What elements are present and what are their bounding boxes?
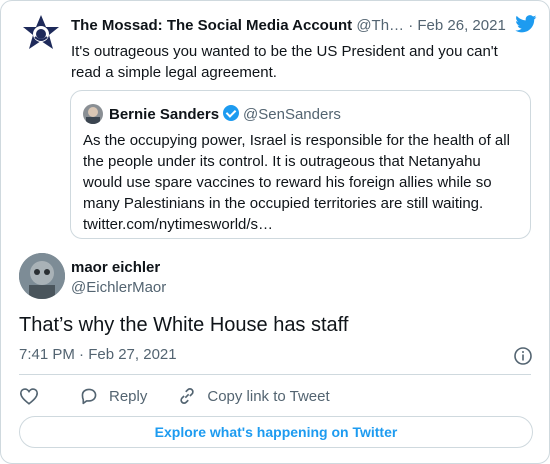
reply-button[interactable]: Reply: [79, 387, 147, 405]
twitter-bird-icon[interactable]: [515, 15, 537, 38]
main-author-handle[interactable]: @EichlerMaor: [71, 279, 166, 296]
divider: [19, 374, 531, 375]
explore-twitter-button[interactable]: Explore what's happening on Twitter: [19, 416, 533, 448]
quoted-tweet[interactable]: Bernie Sanders @SenSanders As the occupyi…: [70, 90, 531, 239]
parent-tweet-header: The Mossad: The Social Media Account @Th…: [71, 17, 507, 34]
parent-author-name[interactable]: The Mossad: The Social Media Account: [71, 17, 352, 34]
parent-author-handle[interactable]: @Th…: [356, 17, 404, 34]
link-icon: [180, 388, 195, 404]
quoted-tweet-header: Bernie Sanders @SenSanders: [109, 105, 341, 123]
quoted-tweet-text: As the occupying power, Israel is respon…: [83, 132, 510, 233]
quoted-author-handle: @SenSanders: [243, 106, 341, 123]
reply-label: Reply: [109, 387, 148, 405]
like-button[interactable]: [19, 387, 49, 405]
info-icon[interactable]: [513, 346, 533, 371]
main-author-name[interactable]: maor eichler: [71, 259, 160, 276]
copy-link-button[interactable]: Copy link to Tweet: [177, 386, 330, 406]
reply-bubble-icon: [81, 388, 97, 405]
quoted-author-name: Bernie Sanders: [109, 106, 220, 123]
maor-eichler-avatar[interactable]: [19, 253, 65, 299]
mossad-avatar[interactable]: [19, 13, 63, 57]
copy-link-label: Copy link to Tweet: [207, 387, 330, 405]
verified-badge-icon: [223, 105, 240, 121]
main-tweet-text: That’s why the White House has staff: [19, 314, 349, 336]
parent-tweet-text: It's outrageous you wanted to be the US …: [71, 43, 498, 81]
tweet-embed-card: The Mossad: The Social Media Account @Th…: [0, 0, 550, 464]
bernie-avatar[interactable]: [83, 104, 103, 124]
heart-icon: [19, 388, 39, 405]
star-emblem-icon: [23, 15, 59, 49]
parent-date[interactable]: · Feb 26, 2021: [408, 17, 506, 34]
tweet-timestamp[interactable]: 7:41 PM · Feb 27, 2021: [19, 346, 177, 363]
tweet-actions: Reply Copy link to Tweet: [19, 385, 360, 407]
